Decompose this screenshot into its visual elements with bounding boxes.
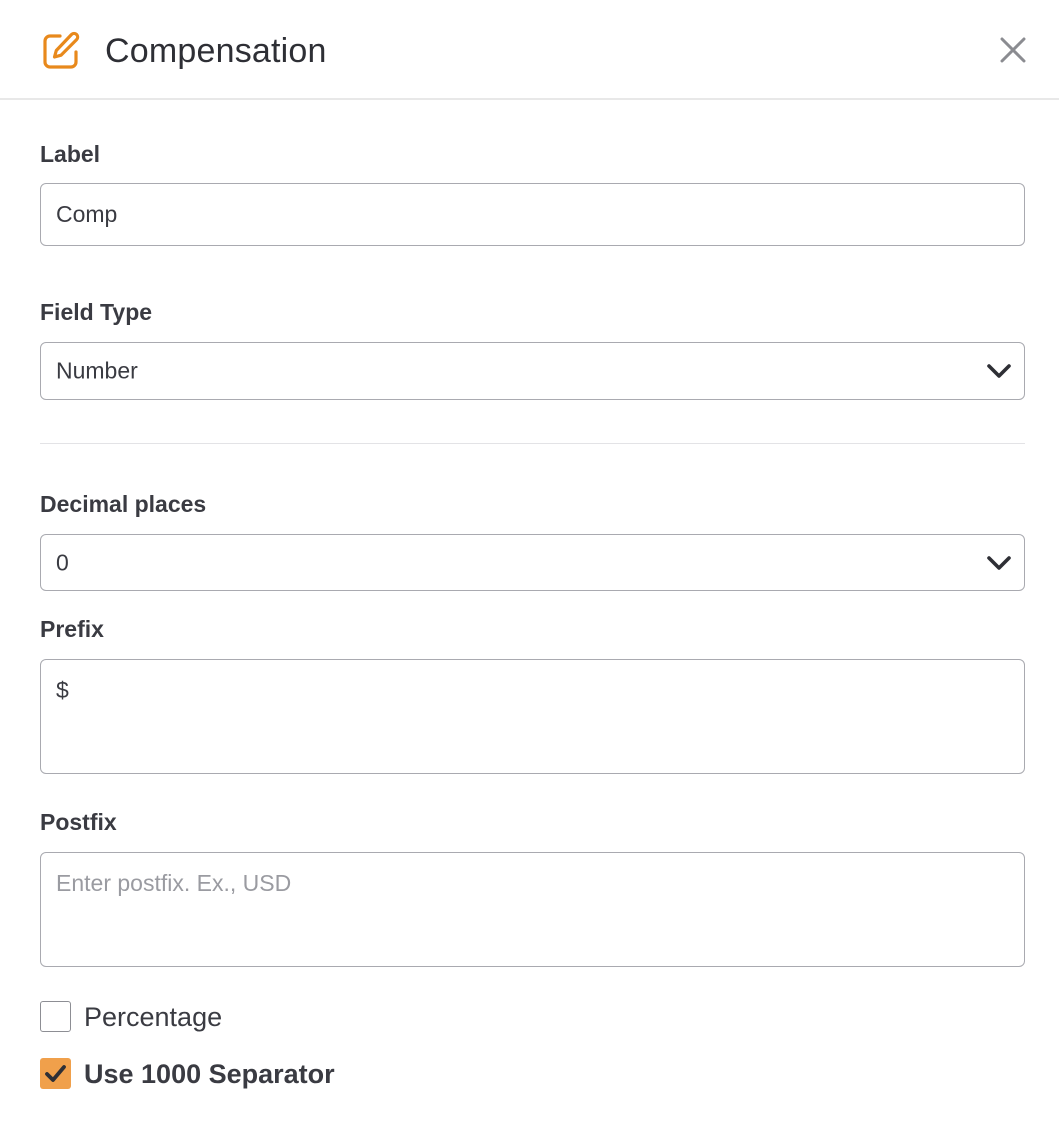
separator-label: Use 1000 Separator	[84, 1059, 335, 1089]
decimal-places-label: Decimal places	[40, 491, 207, 517]
postfix-label: Postfix	[40, 809, 117, 835]
edit-icon	[43, 31, 80, 69]
modal-header: Compensation	[0, 0, 1059, 100]
decimal-places-value: 0	[56, 549, 69, 575]
modal-title: Compensation	[105, 32, 327, 70]
percentage-label: Percentage	[84, 1002, 223, 1032]
prefix-label: Prefix	[40, 616, 104, 642]
field-type-value: Number	[56, 357, 138, 384]
prefix-input[interactable]: $	[40, 659, 1025, 774]
checkmark-icon	[45, 1065, 66, 1082]
field-type-label: Field Type	[40, 299, 153, 325]
label-field-label: Label	[40, 141, 101, 167]
percentage-checkbox[interactable]	[40, 1001, 71, 1032]
separator-checkbox[interactable]	[40, 1058, 71, 1089]
close-icon[interactable]	[996, 33, 1030, 67]
decimal-places-select[interactable]: 0	[40, 534, 1025, 591]
section-divider	[40, 443, 1025, 444]
field-type-select[interactable]: Number	[40, 342, 1025, 400]
chevron-down-icon	[987, 364, 1011, 378]
label-input[interactable]	[40, 183, 1025, 246]
chevron-down-icon	[987, 555, 1011, 570]
postfix-input[interactable]	[40, 852, 1025, 967]
